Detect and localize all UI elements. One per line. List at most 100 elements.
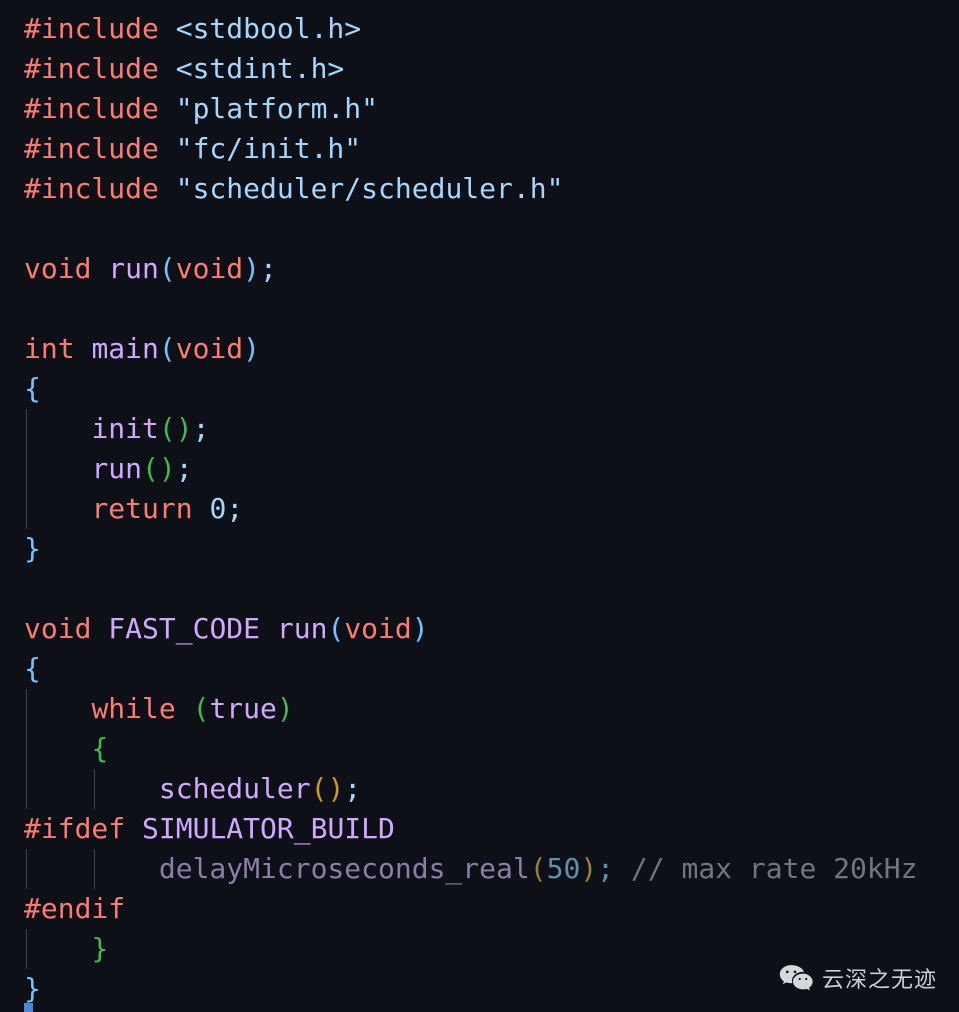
token-paren-close: ) <box>276 692 294 725</box>
token-function: scheduler <box>158 772 311 805</box>
token-function: init <box>91 412 159 445</box>
token-function: run <box>276 612 328 645</box>
token-brace-close: } <box>24 532 41 565</box>
token-preprocessor: #include <box>24 172 159 205</box>
token-keyword: void <box>175 332 244 365</box>
code-line-20: scheduler(); <box>0 769 959 809</box>
code-line-9: int main(void) <box>0 329 959 369</box>
code-line-21: #ifdef SIMULATOR_BUILD <box>0 809 959 849</box>
token-semicolon: ; <box>260 252 277 285</box>
token-preprocessor: #include <box>24 92 159 125</box>
token-constant: true <box>209 692 277 725</box>
token-paren-open: ( <box>310 772 328 805</box>
code-editor[interactable]: #include <stdbool.h> #include <stdint.h>… <box>0 0 959 1012</box>
indent-guide <box>26 449 27 489</box>
code-line-23: #endif <box>0 889 959 929</box>
token-string: "fc/init.h" <box>175 132 362 165</box>
indent-guide <box>26 409 27 449</box>
token-paren-close: ) <box>580 852 598 885</box>
token-string: <stdbool.h> <box>175 12 362 45</box>
token-preprocessor: #endif <box>24 892 126 925</box>
token-brace-open: { <box>24 652 41 685</box>
token-semicolon: ; <box>597 852 615 885</box>
token-paren-open: ( <box>192 692 210 725</box>
code-line-15-blank <box>0 569 959 609</box>
code-line-1: #include <stdbool.h> <box>0 9 959 49</box>
token-keyword: void <box>24 612 92 645</box>
code-line-4: #include "fc/init.h" <box>0 129 959 169</box>
token-number: 50 <box>546 852 581 885</box>
code-line-19: { <box>0 729 959 769</box>
token-preprocessor: #include <box>24 12 159 45</box>
indent-guide <box>26 849 27 889</box>
token-brace-close: } <box>91 932 109 965</box>
indent-guide <box>26 689 27 729</box>
indent-guide <box>26 489 27 529</box>
token-keyword: return <box>91 492 193 525</box>
token-string: "scheduler/scheduler.h" <box>175 172 564 205</box>
token-function: run <box>108 252 159 285</box>
indent-guide <box>26 769 27 809</box>
token-macro: FAST_CODE <box>108 612 261 645</box>
token-paren-open: ( <box>529 852 547 885</box>
indent-guide <box>94 849 95 889</box>
token-preprocessor: #include <box>24 52 159 85</box>
token-string: "platform.h" <box>175 92 379 125</box>
token-number: 0 <box>209 492 227 525</box>
token-paren-open: ( <box>327 612 345 645</box>
code-line-13: return 0; <box>0 489 959 529</box>
token-semicolon: ; <box>344 772 362 805</box>
code-line-10: { <box>0 369 959 409</box>
token-keyword: while <box>91 692 176 725</box>
token-semicolon: ; <box>175 452 193 485</box>
wechat-icon <box>779 964 813 992</box>
token-paren-open: ( <box>158 252 176 285</box>
code-line-11: init(); <box>0 409 959 449</box>
indent-guide <box>94 769 95 809</box>
code-line-14: } <box>0 529 959 569</box>
code-line-17: { <box>0 649 959 689</box>
code-line-3: #include "platform.h" <box>0 89 959 129</box>
indent-guide <box>26 729 27 769</box>
token-keyword: void <box>24 252 92 285</box>
token-brace-close: } <box>24 972 41 1005</box>
token-brace-open: { <box>91 732 109 765</box>
token-paren-close: ) <box>243 332 261 365</box>
token-paren-close: ) <box>175 412 193 445</box>
token-comment: // max rate 20kHz <box>630 852 918 885</box>
code-line-22: delayMicroseconds_real(50); // max rate … <box>0 849 959 889</box>
code-line-2: #include <stdint.h> <box>0 49 959 89</box>
code-line-18: while (true) <box>0 689 959 729</box>
token-paren-open: ( <box>158 412 176 445</box>
token-function: run <box>91 452 143 485</box>
code-content[interactable]: #include <stdbool.h> #include <stdint.h>… <box>0 0 959 1009</box>
token-function: main <box>91 332 159 365</box>
token-preprocessor: #include <box>24 132 159 165</box>
token-keyword: void <box>344 612 412 645</box>
token-macro: SIMULATOR_BUILD <box>142 812 395 845</box>
indent-guide <box>26 929 27 969</box>
token-paren-close: ) <box>158 452 176 485</box>
token-semicolon: ; <box>226 492 244 525</box>
token-string: <stdint.h> <box>175 52 345 85</box>
token-paren-close: ) <box>243 252 261 285</box>
token-keyword: void <box>175 252 244 285</box>
token-semicolon: ; <box>192 412 210 445</box>
